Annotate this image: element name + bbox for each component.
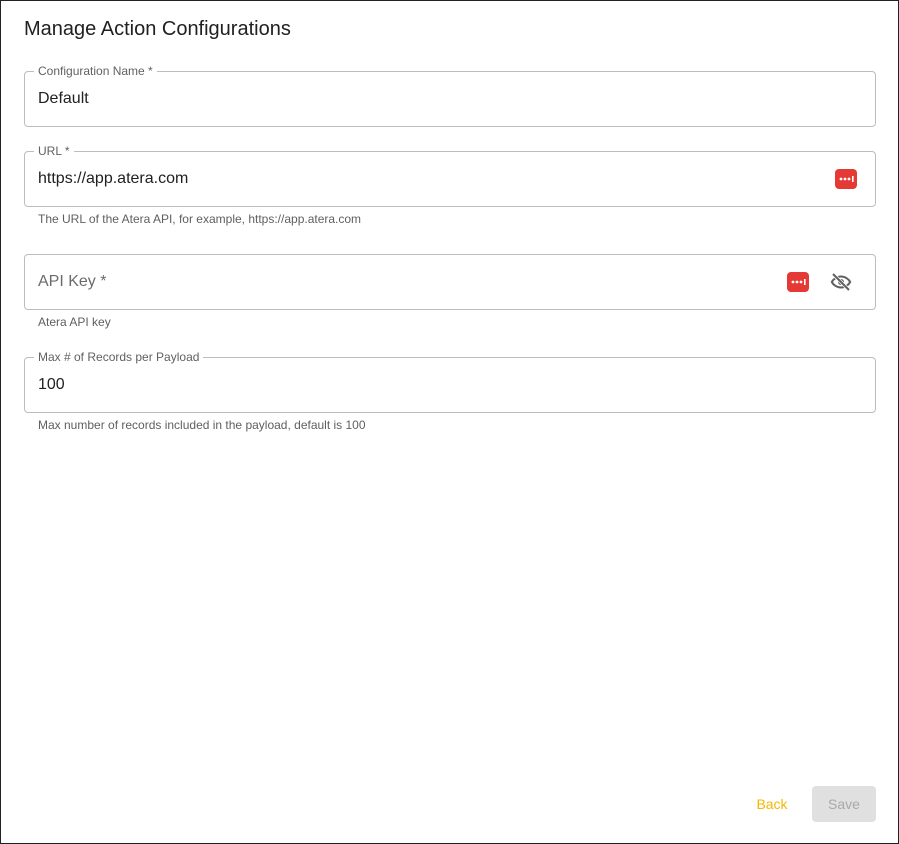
- configuration-name-label: Configuration Name *: [34, 63, 157, 79]
- eye-off-icon[interactable]: [829, 270, 853, 294]
- password-manager-icon[interactable]: [835, 169, 857, 189]
- configuration-name-field[interactable]: Configuration Name *: [24, 63, 876, 127]
- max-records-helper-text: Max number of records included in the pa…: [38, 418, 366, 432]
- api-key-placeholder: API Key *: [38, 273, 107, 290]
- configuration-name-input[interactable]: [38, 89, 798, 109]
- dialog-title: Manage Action Configurations: [24, 18, 291, 40]
- password-manager-icon[interactable]: [787, 272, 809, 292]
- manage-action-configurations-dialog: Manage Action Configurations Configurati…: [0, 0, 899, 844]
- url-field[interactable]: URL *: [24, 143, 876, 207]
- url-label: URL *: [34, 143, 74, 159]
- max-records-label: Max # of Records per Payload: [34, 349, 204, 365]
- max-records-field[interactable]: Max # of Records per Payload: [24, 349, 876, 413]
- back-button[interactable]: Back: [744, 787, 800, 821]
- api-key-helper-text: Atera API key: [38, 315, 111, 329]
- save-button[interactable]: Save: [812, 786, 876, 822]
- max-records-input[interactable]: [38, 375, 798, 395]
- url-input[interactable]: [38, 169, 798, 189]
- url-helper-text: The URL of the Atera API, for example, h…: [38, 212, 362, 226]
- api-key-field[interactable]: API Key *: [24, 254, 876, 310]
